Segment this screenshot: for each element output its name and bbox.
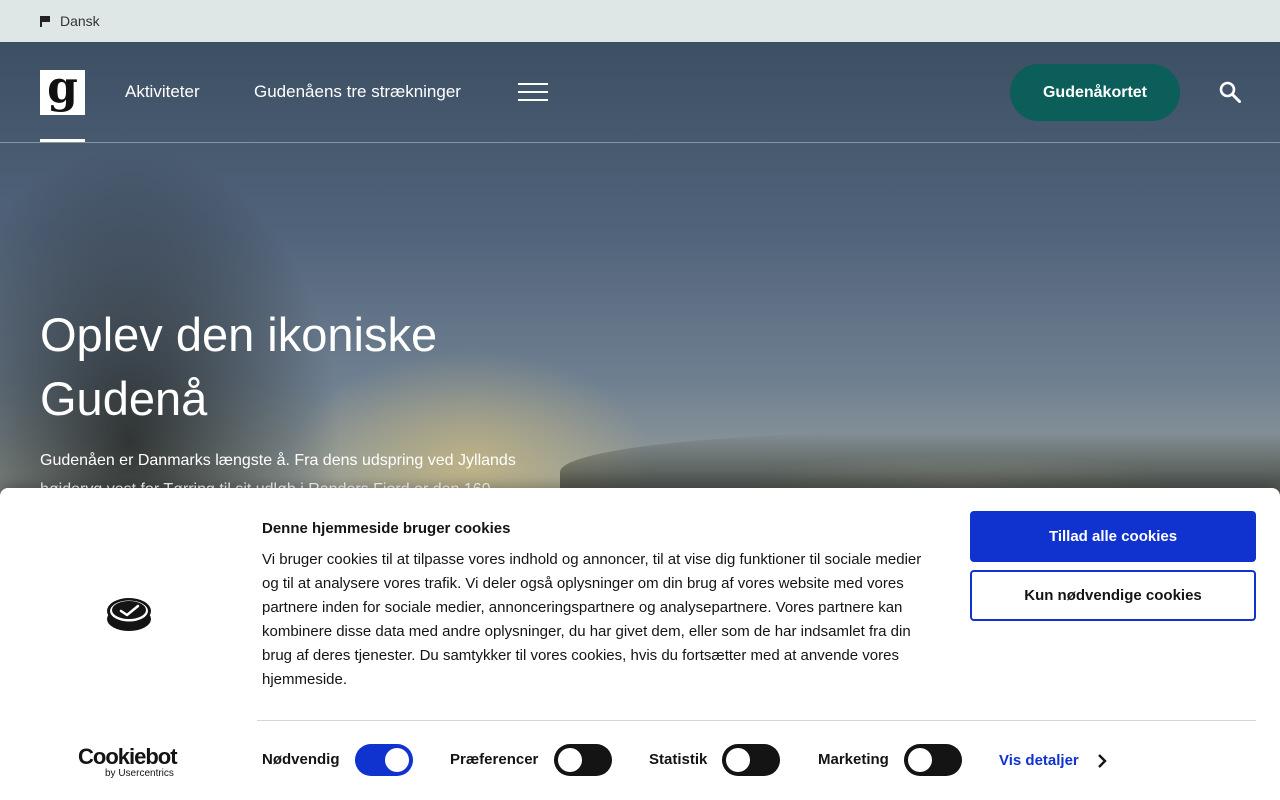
toggle-marketing[interactable] bbox=[904, 744, 962, 776]
toggle-necessary[interactable] bbox=[355, 744, 413, 776]
language-bar: Dansk bbox=[0, 0, 1280, 42]
active-indicator bbox=[40, 139, 85, 142]
toggle-statistics[interactable] bbox=[722, 744, 780, 776]
cookiebot-branding[interactable]: Cookiebot by Usercentrics bbox=[78, 746, 188, 780]
logo-letter: g bbox=[47, 61, 78, 113]
necessary-cookies-only-button[interactable]: Kun nødvendige cookies bbox=[970, 570, 1256, 621]
hero-title: Oplev den ikoniske Gudenå bbox=[40, 308, 438, 425]
toggle-label-necessary: Nødvendig bbox=[262, 751, 340, 768]
brand-by: by Usercentrics bbox=[105, 768, 174, 779]
site-logo[interactable]: g bbox=[40, 65, 85, 115]
gudenaa-map-button[interactable]: Gudenåkortet bbox=[1010, 64, 1180, 121]
toggle-label-statistics: Statistik bbox=[649, 751, 708, 768]
toggle-preferences[interactable] bbox=[554, 744, 612, 776]
main-navigation: g Aktiviteter Gudenåens tre strækninger … bbox=[0, 42, 1280, 143]
show-details-link[interactable]: Vis detaljer bbox=[999, 752, 1079, 769]
toggle-label-marketing: Marketing bbox=[818, 751, 889, 768]
chevron-right-icon[interactable] bbox=[1096, 753, 1108, 769]
flag-icon[interactable] bbox=[40, 16, 50, 27]
hero-text: Gudenåen er Danmarks længste å. Fra dens… bbox=[40, 452, 516, 488]
cookie-consent-dialog: Denne hjemmeside bruger cookies Vi bruge… bbox=[0, 488, 1280, 800]
nav-link-stretches[interactable]: Gudenåens tre strækninger bbox=[254, 82, 461, 102]
allow-all-cookies-button[interactable]: Tillad alle cookies bbox=[970, 511, 1256, 562]
language-selector[interactable]: Dansk bbox=[60, 13, 100, 29]
toggle-label-preferences: Præferencer bbox=[450, 751, 539, 768]
brand-name: Cookiebot bbox=[78, 744, 178, 769]
cookie-description: Vi bruger cookies til at tilpasse vores … bbox=[262, 551, 922, 688]
cookiebot-logo-icon bbox=[107, 598, 151, 631]
hamburger-menu-icon[interactable] bbox=[518, 83, 548, 101]
divider bbox=[257, 720, 1256, 721]
cookie-title: Denne hjemmeside bruger cookies bbox=[262, 520, 511, 537]
nav-link-activities[interactable]: Aktiviteter bbox=[125, 82, 200, 102]
search-icon[interactable] bbox=[1219, 81, 1241, 103]
